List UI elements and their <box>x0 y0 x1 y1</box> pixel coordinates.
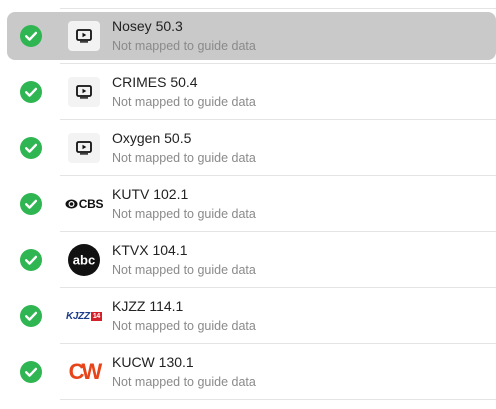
mapping-status: Not mapped to guide data <box>112 39 256 53</box>
check-circle-icon <box>20 25 42 47</box>
channel-name: Oxygen 50.5 <box>112 130 192 146</box>
cbs-eye-icon <box>65 199 78 209</box>
channel-logo <box>64 20 104 52</box>
tv-play-icon <box>68 133 100 163</box>
channel-row-kutv[interactable]: CBS KUTV 102.1 Not mapped to guide data <box>0 176 496 232</box>
divider <box>60 399 496 400</box>
channel-list: Nosey 50.3 Not mapped to guide data CRIM… <box>0 0 496 409</box>
tv-play-icon <box>68 21 100 51</box>
channel-name: CRIMES 50.4 <box>112 74 198 90</box>
check-circle-icon <box>20 137 42 159</box>
tv-play-icon <box>68 77 100 107</box>
channel-logo <box>64 132 104 164</box>
check-circle-icon <box>20 249 42 271</box>
abc-logo-text: abc <box>73 253 95 268</box>
channel-name: KUCW 130.1 <box>112 354 194 370</box>
channel-row-oxygen[interactable]: Oxygen 50.5 Not mapped to guide data <box>0 120 496 176</box>
mapping-status: Not mapped to guide data <box>112 95 256 109</box>
cw-logo: CW <box>64 356 104 388</box>
check-circle-icon <box>20 305 42 327</box>
kjzz-logo: KJZZ 14 <box>64 300 104 332</box>
cw-logo-text: CW <box>68 359 103 384</box>
channel-row-crimes[interactable]: CRIMES 50.4 Not mapped to guide data <box>0 63 496 120</box>
cbs-logo-text: CBS <box>78 197 104 211</box>
channel-row-kjzz[interactable]: KJZZ 14 KJZZ 114.1 Not mapped to guide da… <box>0 288 496 344</box>
check-circle-icon <box>20 361 42 383</box>
channel-name: KTVX 104.1 <box>112 242 188 258</box>
divider <box>60 63 496 64</box>
kjzz-logo-badge: 14 <box>90 311 102 321</box>
channel-name: KJZZ 114.1 <box>112 298 184 314</box>
mapping-status: Not mapped to guide data <box>112 151 256 165</box>
channel-name: Nosey 50.3 <box>112 18 183 34</box>
channel-row-ktvx[interactable]: abc KTVX 104.1 Not mapped to guide data <box>0 232 496 288</box>
abc-logo: abc <box>64 244 104 276</box>
check-circle-icon <box>20 81 42 103</box>
cbs-logo: CBS <box>64 188 104 220</box>
channel-row-nosey[interactable]: Nosey 50.3 Not mapped to guide data <box>0 8 496 64</box>
channel-name: KUTV 102.1 <box>112 186 189 202</box>
mapping-status: Not mapped to guide data <box>112 207 256 221</box>
channel-logo <box>64 76 104 108</box>
mapping-status: Not mapped to guide data <box>112 263 256 277</box>
mapping-status: Not mapped to guide data <box>112 375 256 389</box>
channel-row-kucw[interactable]: CW KUCW 130.1 Not mapped to guide data <box>0 344 496 400</box>
kjzz-logo-text: KJZZ <box>66 310 90 322</box>
mapping-status: Not mapped to guide data <box>112 319 256 333</box>
check-circle-icon <box>20 193 42 215</box>
